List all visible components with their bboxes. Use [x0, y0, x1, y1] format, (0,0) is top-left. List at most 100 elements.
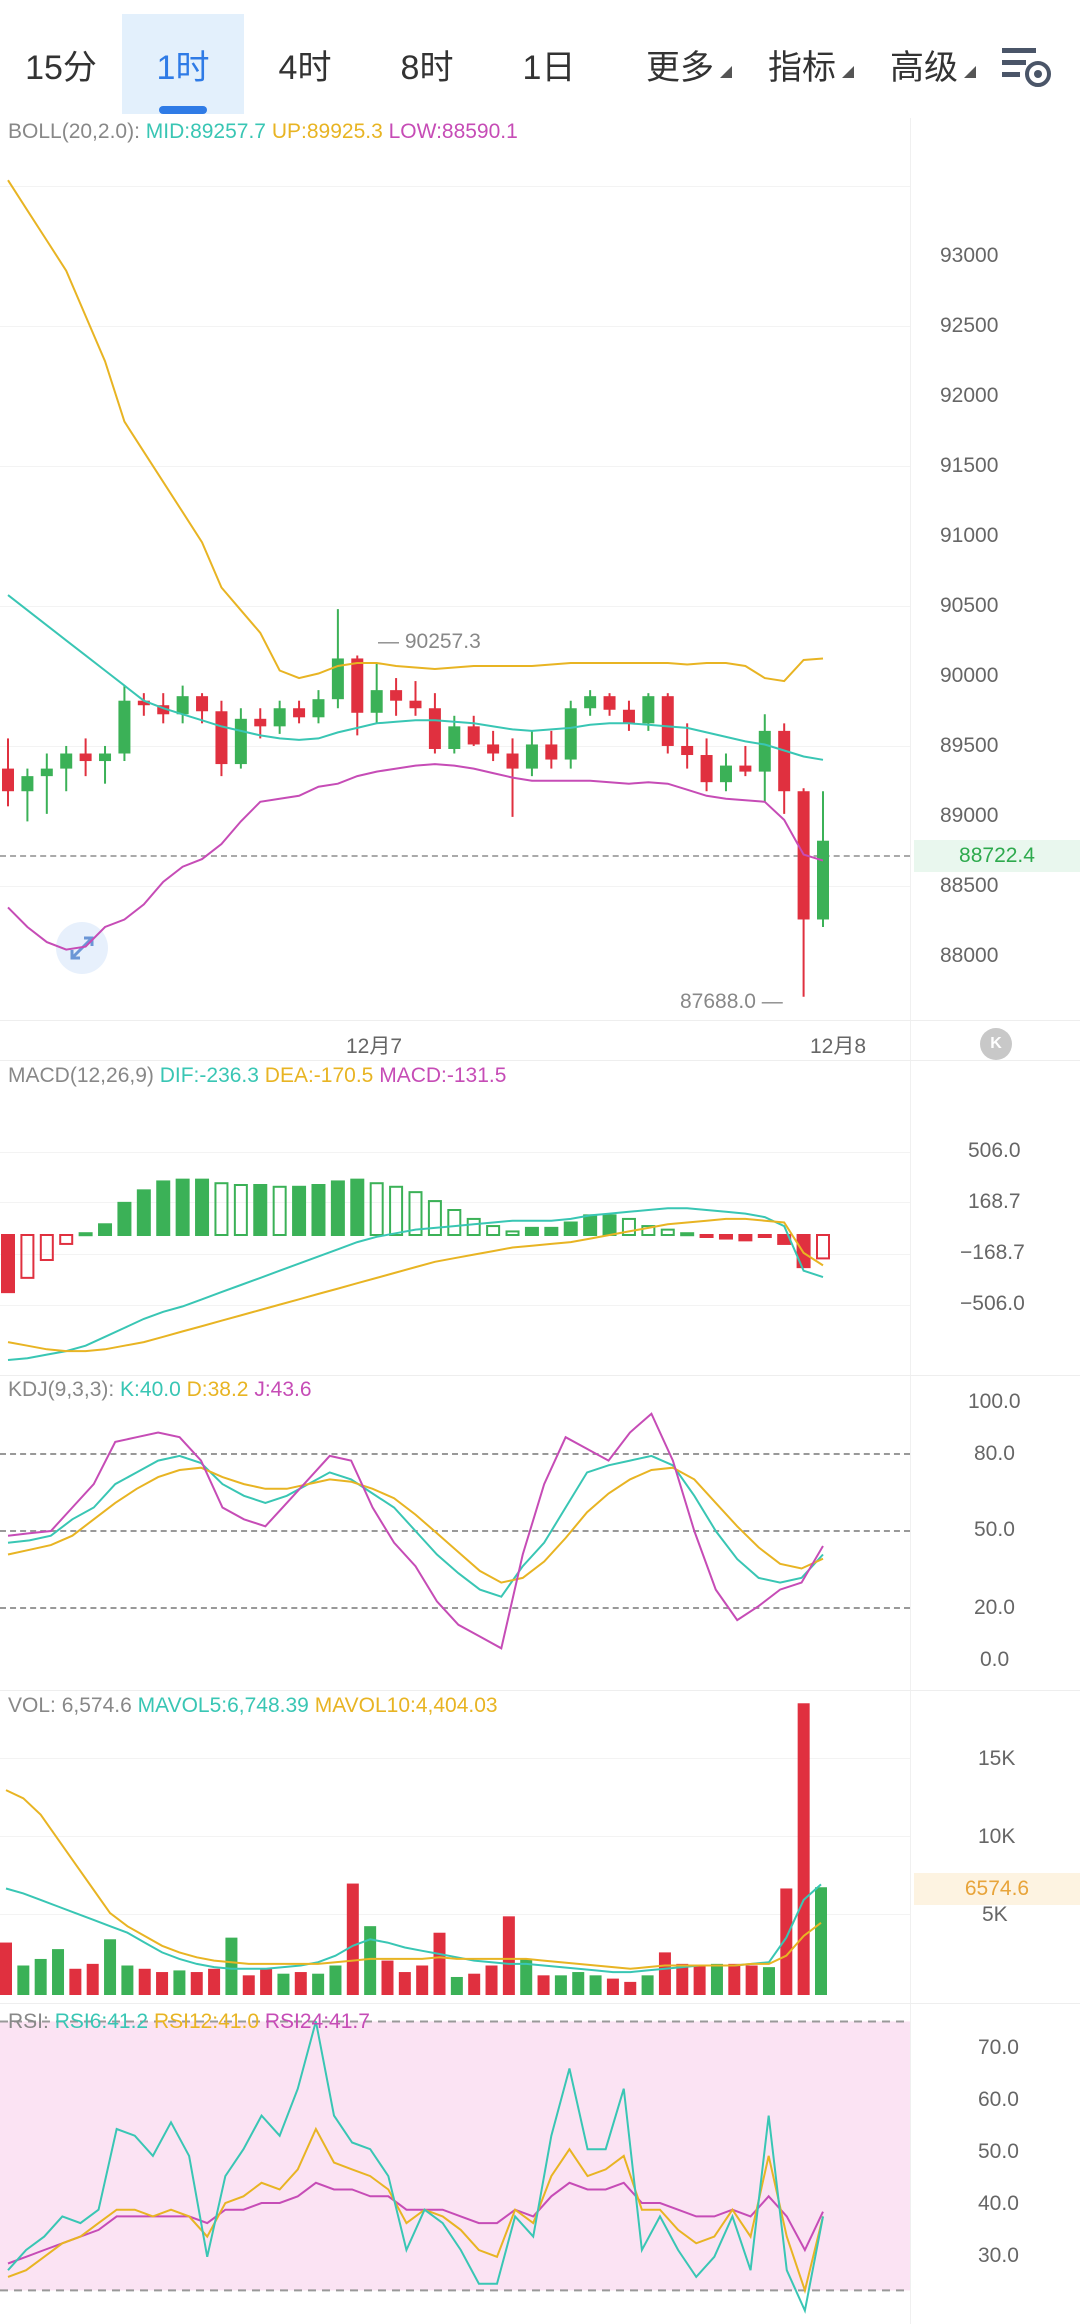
candle-body [661, 696, 674, 746]
volume-bar [312, 1973, 325, 1995]
macd-bar [544, 1226, 559, 1237]
macd-bar [602, 1214, 617, 1237]
volume-bar [710, 1963, 723, 1995]
macd-bar [757, 1234, 772, 1238]
rsi-12: RSI12:41.0 [153, 2010, 260, 2033]
volume-bar [364, 1926, 377, 1995]
candle-body [545, 744, 558, 760]
rsi-24: RSI24:41.7 [264, 2010, 370, 2033]
volume-bar [173, 1970, 186, 1995]
macd-dea-line [7, 1217, 824, 1353]
volume-bar [381, 1960, 394, 1995]
volume-bar [572, 1972, 585, 1995]
candle-body [428, 708, 441, 749]
macd-bar [738, 1234, 753, 1242]
macd-bar [233, 1184, 248, 1236]
macd-bar [195, 1178, 210, 1236]
candle-body [487, 744, 500, 754]
chart-canvas[interactable] [0, 0, 1080, 2324]
candle-body [467, 726, 480, 745]
volume-bar [450, 1976, 463, 1995]
macd-bar [486, 1225, 501, 1236]
candle-body [21, 776, 34, 792]
candle-body [719, 765, 732, 783]
volume-bar [190, 1972, 203, 1995]
macd-bar [117, 1201, 132, 1237]
volume-bar [225, 1937, 238, 1995]
candle-body [448, 726, 461, 749]
boll-lower-line [7, 763, 824, 951]
volume-bar [502, 1916, 515, 1995]
candle-body [409, 700, 422, 709]
volume-bar [815, 1887, 827, 1995]
candle-body [2, 768, 14, 792]
macd-bar [156, 1180, 171, 1237]
macd-bar [505, 1230, 520, 1237]
candle-body [254, 718, 267, 727]
volume-bar [797, 1703, 810, 1995]
volume-bar [69, 1968, 82, 1995]
macd-bar [563, 1221, 578, 1236]
candle-body [312, 699, 325, 718]
volume-bar [34, 1958, 47, 1995]
candle-body [234, 718, 247, 765]
candle-body [778, 730, 791, 792]
macd-bar [78, 1232, 93, 1237]
volume-bar [104, 1939, 117, 1995]
candle-body [273, 708, 286, 727]
volume-bar [294, 1972, 307, 1995]
volume-bar [17, 1965, 30, 1995]
volume-bar [624, 1981, 637, 1995]
macd-bar [272, 1185, 287, 1237]
candle-body [196, 696, 209, 712]
candle-body [603, 696, 616, 710]
macd-bar [718, 1234, 733, 1240]
macd-bar [214, 1182, 229, 1236]
kdj-k-line [7, 1454, 824, 1598]
macd-bar [136, 1189, 151, 1237]
candle-body [817, 840, 829, 920]
candle-body [584, 696, 597, 709]
volume-bar [537, 1975, 550, 1995]
macd-bar [39, 1234, 54, 1261]
volume-bar [589, 1975, 602, 1995]
volume-bar [745, 1965, 758, 1995]
candle-body [758, 730, 771, 772]
volume-bar [398, 1972, 411, 1995]
macd-bar [816, 1234, 830, 1260]
volume-bar [554, 1975, 567, 1995]
macd-bar [427, 1200, 442, 1236]
candle-body [506, 753, 519, 769]
candle-body [60, 753, 73, 769]
volume-bar [0, 1942, 12, 1995]
macd-bar [369, 1182, 384, 1236]
volume-bar [277, 1973, 290, 1995]
candle-body [215, 711, 228, 765]
volume-bar [329, 1965, 342, 1995]
macd-bar [680, 1232, 695, 1237]
volume-bar [728, 1963, 741, 1995]
macd-bar [583, 1214, 598, 1237]
macd-bar [98, 1223, 113, 1237]
rsi-legend: RSI: RSI6:41.2 RSI12:41.0 RSI24:41.7 [8, 2010, 370, 2034]
volume-bar [208, 1968, 221, 1995]
volume-bar [780, 1888, 793, 1995]
volume-bar [485, 1965, 498, 1995]
volume-bar [606, 1978, 619, 1995]
macd-bar [20, 1234, 35, 1279]
volume-bar [121, 1965, 134, 1995]
volume-bar [658, 1952, 671, 1995]
volume-bar [260, 1968, 273, 1995]
macd-bar [660, 1228, 675, 1236]
candle-body [681, 745, 694, 756]
candle-body [390, 690, 403, 701]
rsi-6: RSI6:41.2 [54, 2010, 149, 2033]
volume-bar [138, 1968, 151, 1995]
volume-bar [433, 1932, 446, 1995]
candle-body [370, 690, 383, 713]
volume-bar [676, 1963, 689, 1995]
candle-body [118, 700, 131, 754]
volume-bar [762, 1967, 775, 1995]
macd-bar [292, 1185, 307, 1237]
candle-body [176, 696, 189, 715]
